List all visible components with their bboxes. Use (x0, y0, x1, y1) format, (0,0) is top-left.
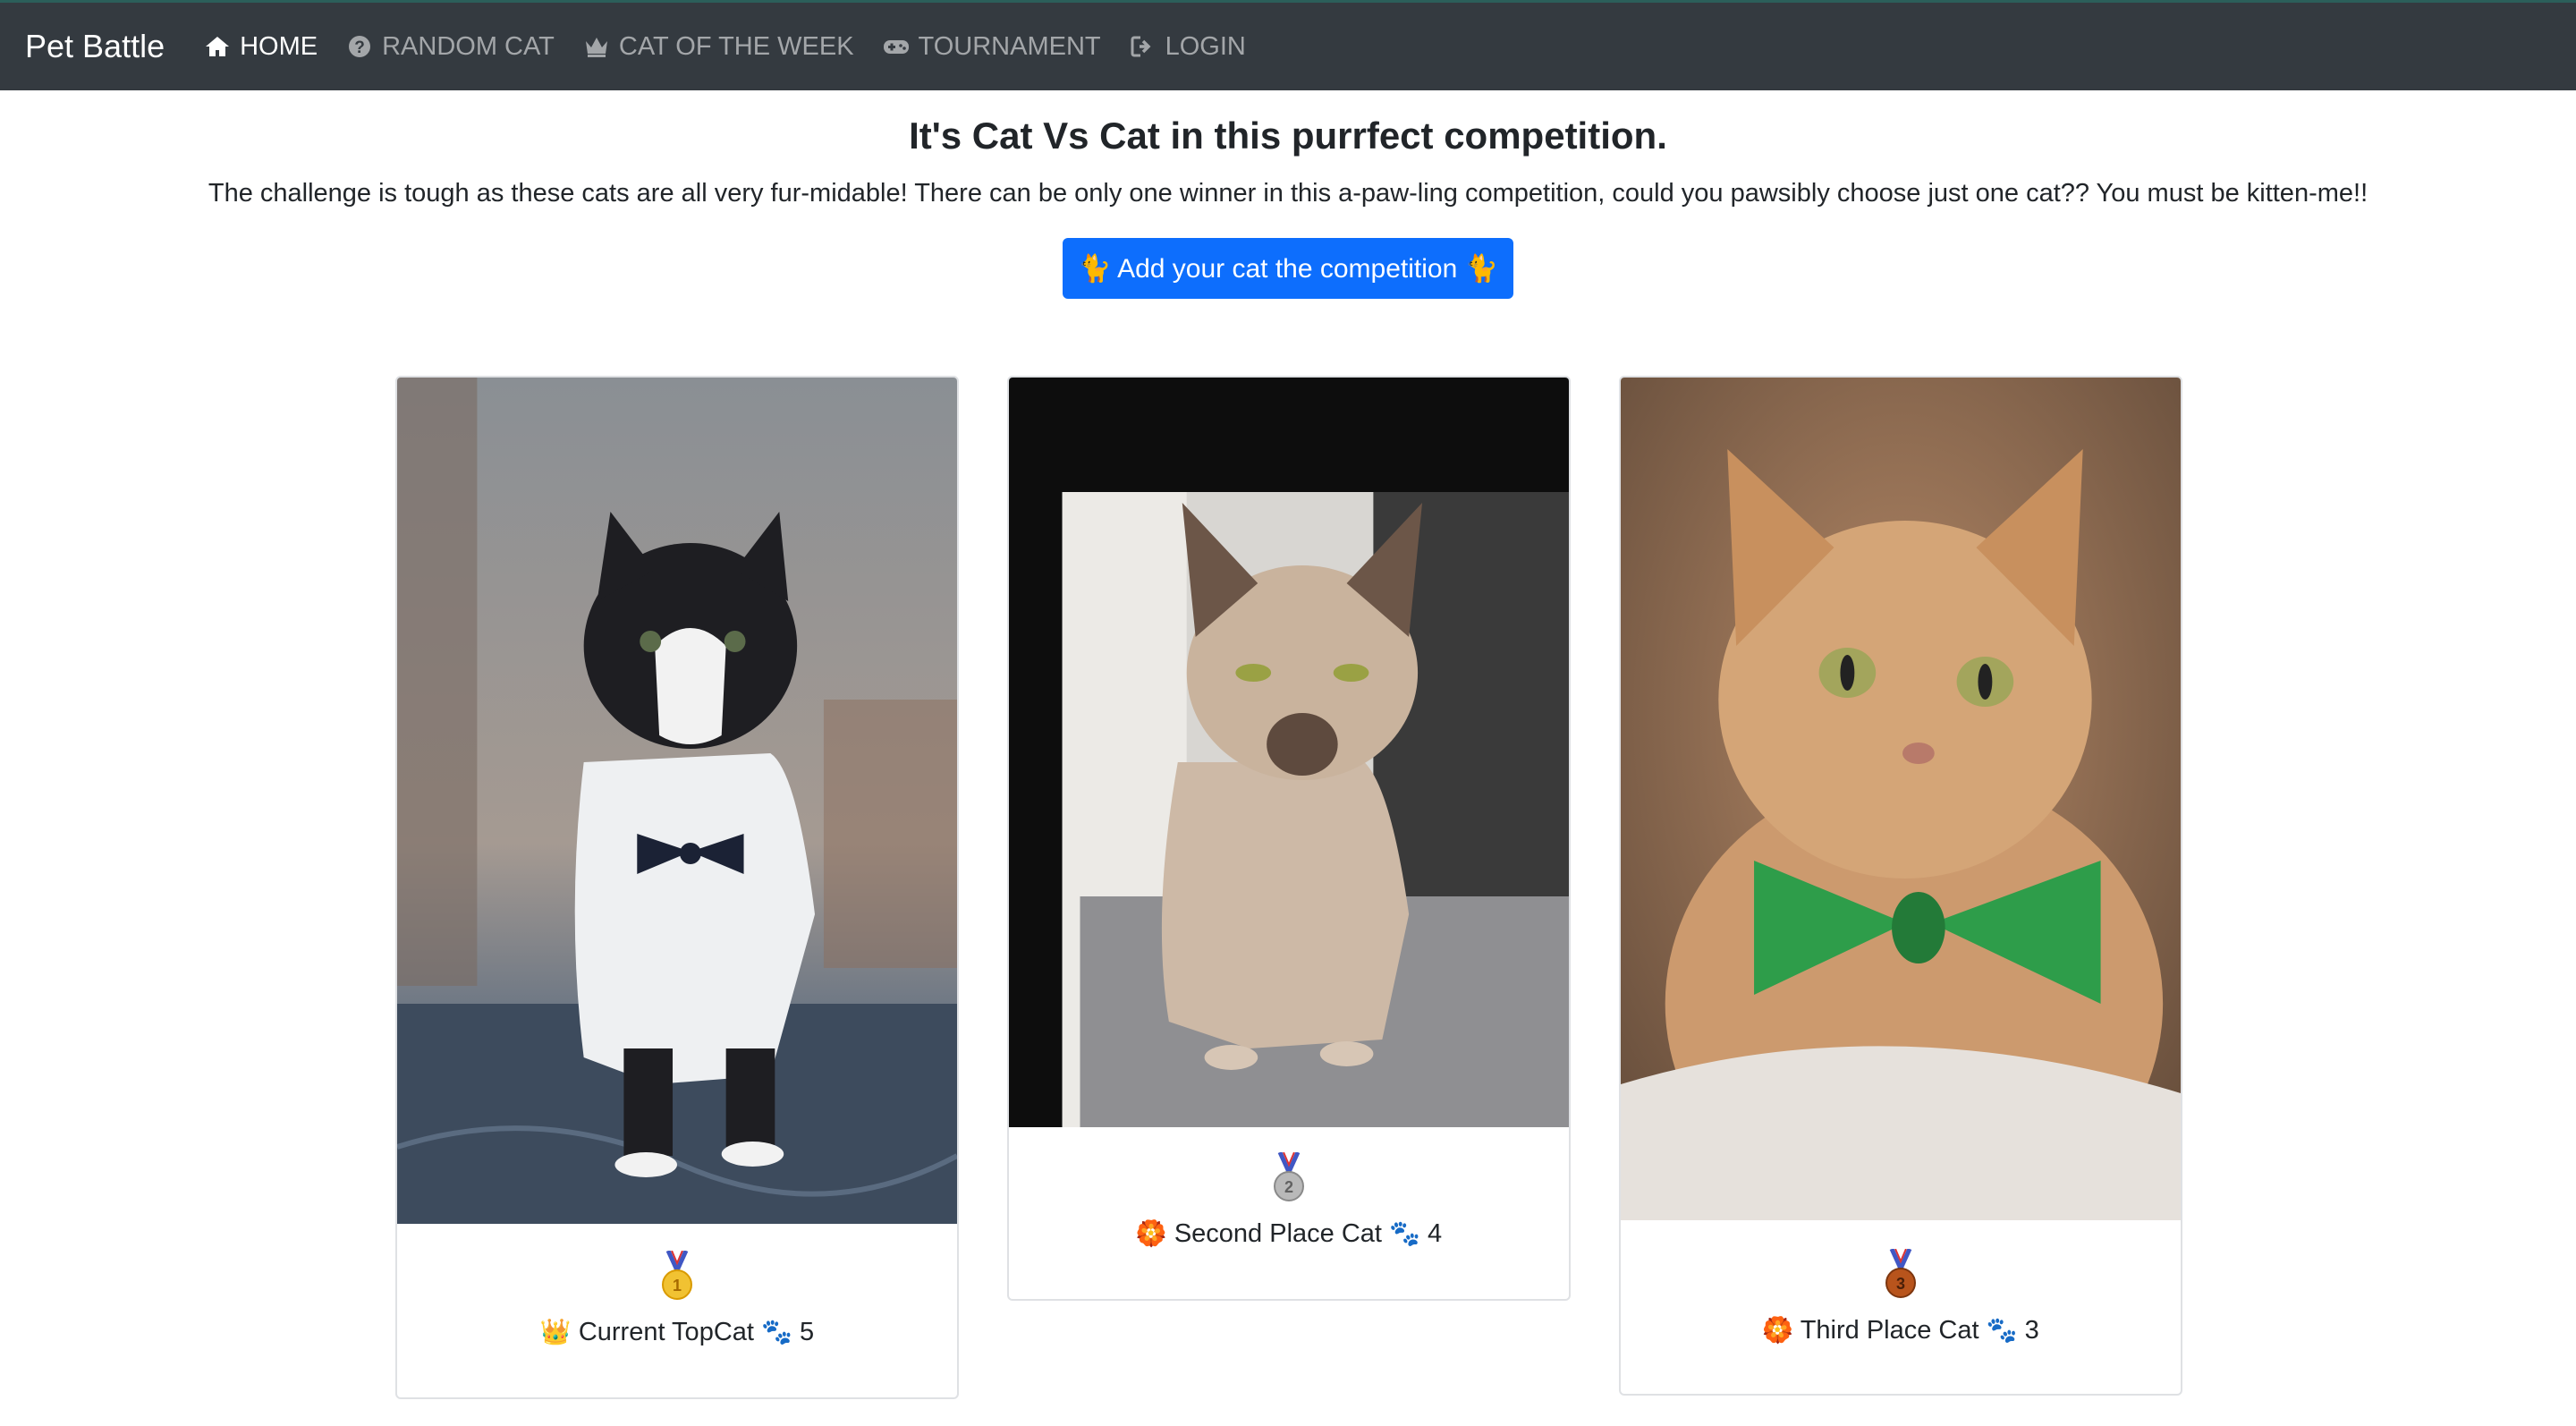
cat-photo-burmese[interactable] (1009, 378, 1569, 1127)
svg-text:1: 1 (673, 1277, 682, 1294)
card-caption: 🏵️ Third Place Cat 🐾 3 (1621, 1315, 2181, 1345)
nav-cat-of-the-week-label: CAT OF THE WEEK (618, 31, 854, 61)
question-circle-icon: ? (344, 33, 375, 60)
nav-home-label: HOME (240, 31, 318, 61)
card-caption: 👑 Current TopCat 🐾 5 (397, 1317, 957, 1347)
navbar: Pet Battle HOME ? RANDOM CAT CAT OF THE … (0, 0, 2576, 90)
add-cat-button[interactable]: 🐈 Add your cat the competition 🐈 (1063, 238, 1513, 299)
gold-medal-icon: 1 (662, 1251, 692, 1300)
page-subtitle: The challenge is tough as these cats are… (208, 179, 2368, 208)
vote-count: 5 (799, 1318, 815, 1346)
nav-cat-of-the-week[interactable]: CAT OF THE WEEK (581, 32, 854, 62)
card-body: 3 🏵️ Third Place Cat 🐾 3 (1621, 1220, 2181, 1345)
card-title: Second Place Cat (1174, 1219, 1382, 1248)
paw-icon: 🐾 (1389, 1219, 1420, 1247)
brand-link[interactable]: Pet Battle (25, 28, 165, 65)
card-title: Third Place Cat (1800, 1316, 1979, 1345)
rosette-emoji: 🏵️ (1135, 1219, 1167, 1247)
nav-login[interactable]: LOGIN (1128, 32, 1246, 62)
card-caption: 🏵️ Second Place Cat 🐾 4 (1009, 1218, 1569, 1249)
vote-count: 4 (1427, 1219, 1443, 1248)
cat-card-second[interactable]: 2 🏵️ Second Place Cat 🐾 4 (1007, 376, 1571, 1301)
nav-login-label: LOGIN (1165, 31, 1246, 61)
bronze-medal-icon: 3 (1885, 1249, 1916, 1298)
svg-text:3: 3 (1896, 1275, 1905, 1293)
crown-icon (581, 33, 612, 60)
page-title: It's Cat Vs Cat in this purrfect competi… (909, 115, 1667, 157)
card-body: 2 🏵️ Second Place Cat 🐾 4 (1009, 1127, 1569, 1249)
gamepad-icon (881, 33, 911, 60)
card-body: 1 👑 Current TopCat 🐾 5 (397, 1224, 957, 1347)
svg-text:2: 2 (1284, 1178, 1293, 1196)
nav-home[interactable]: HOME (202, 32, 318, 62)
cat-photo-ginger[interactable] (1621, 378, 2181, 1220)
nav-tournament-label: TOURNAMENT (918, 31, 1101, 61)
cat-card-third[interactable]: 3 🏵️ Third Place Cat 🐾 3 (1619, 376, 2182, 1396)
nav-random-cat[interactable]: ? RANDOM CAT (344, 32, 555, 62)
rosette-emoji: 🏵️ (1762, 1316, 1794, 1344)
paw-icon: 🐾 (761, 1318, 792, 1345)
paw-icon: 🐾 (1986, 1316, 2018, 1344)
cat-photo-tuxedo[interactable] (397, 378, 957, 1224)
svg-text:?: ? (354, 38, 365, 57)
silver-medal-icon: 2 (1274, 1152, 1304, 1201)
sign-in-icon (1128, 33, 1158, 60)
crown-emoji: 👑 (539, 1318, 572, 1345)
home-icon (202, 33, 233, 60)
cat-card-first[interactable]: 1 👑 Current TopCat 🐾 5 (395, 376, 959, 1399)
vote-count: 3 (2024, 1316, 2039, 1345)
nav-random-cat-label: RANDOM CAT (382, 31, 555, 61)
nav-tournament[interactable]: TOURNAMENT (881, 32, 1101, 62)
card-title: Current TopCat (578, 1318, 754, 1346)
